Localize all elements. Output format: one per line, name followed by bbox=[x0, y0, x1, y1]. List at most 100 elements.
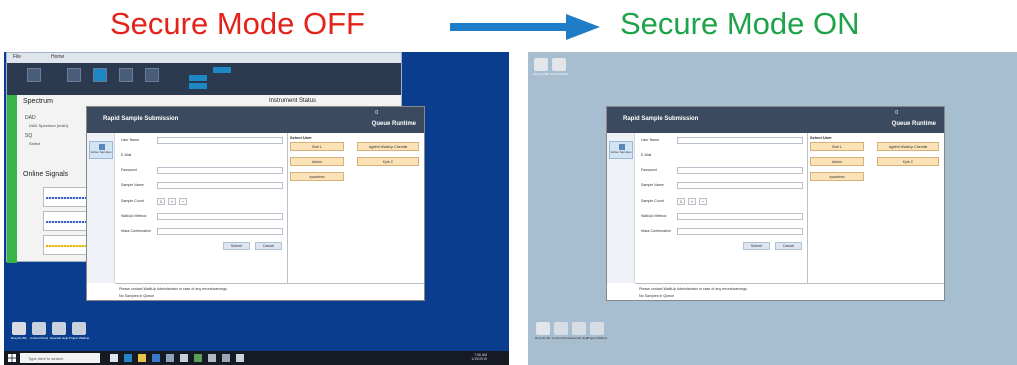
secure-desktop-screenshot: Recycle Bin Control Panel Rapid Sample S… bbox=[528, 52, 1017, 365]
openlab-help-icon[interactable]: Openlab Help bbox=[570, 322, 588, 340]
store-icon[interactable] bbox=[152, 354, 160, 362]
rapid-sample-submission-dialog: Rapid Sample Submission 0 Queue Runtime … bbox=[606, 106, 945, 301]
taskbar: Type here to search 7:56 AM 1/19/2019 bbox=[4, 351, 509, 365]
taskbar-search[interactable]: Type here to search bbox=[20, 353, 100, 363]
user-button[interactable]: Agilent WalkUp Chemist bbox=[877, 142, 939, 151]
recycle-bin-icon[interactable]: Recycle Bin bbox=[535, 322, 551, 340]
dialog-sidebar: Active Samples bbox=[87, 133, 115, 283]
user-button[interactable]: Bob L bbox=[810, 142, 864, 151]
increment-button[interactable]: + bbox=[688, 198, 696, 205]
file-explorer-icon[interactable] bbox=[138, 354, 146, 362]
dialog-title: Rapid Sample Submission bbox=[623, 116, 699, 122]
walkup-method-input[interactable] bbox=[677, 213, 803, 220]
field-label: User Name bbox=[641, 138, 660, 142]
user-button[interactable]: Admin bbox=[290, 157, 344, 166]
tab-home[interactable]: Home bbox=[51, 54, 64, 60]
rapid-sample-submission-dialog: Rapid Sample Submission 0 Queue Runtime … bbox=[86, 106, 425, 301]
app-icon[interactable] bbox=[236, 354, 244, 362]
increment-button[interactable]: + bbox=[168, 198, 176, 205]
app-icon[interactable] bbox=[222, 354, 230, 362]
user-button[interactable]: Kyle C bbox=[357, 157, 419, 166]
side-green-panel bbox=[7, 95, 17, 263]
user-button[interactable]: Bob L bbox=[290, 142, 344, 151]
field-label: WalkUp Method bbox=[641, 214, 667, 218]
footer-note: Please contact WalkUp Administrator in c… bbox=[639, 287, 747, 291]
user-button[interactable]: Kyle C bbox=[877, 157, 939, 166]
active-samples-button[interactable]: Active Samples bbox=[89, 141, 113, 159]
samples-icon bbox=[619, 144, 625, 150]
dialog-sidebar: Active Samples bbox=[607, 133, 635, 283]
edge-icon[interactable] bbox=[124, 354, 132, 362]
task-view-icon[interactable] bbox=[110, 354, 118, 362]
ribbon-selected-item[interactable] bbox=[189, 75, 207, 81]
spectrum-title: Spectrum bbox=[23, 98, 53, 105]
instrument-status-title: Instrument Status bbox=[269, 98, 317, 104]
decrement-button[interactable]: − bbox=[179, 198, 187, 205]
ribbon-selected-item[interactable] bbox=[213, 67, 231, 73]
app-icon[interactable] bbox=[208, 354, 216, 362]
user-name-input[interactable] bbox=[157, 137, 283, 144]
dad-spectrum-item[interactable]: DAD Spectrum (mAU) bbox=[29, 123, 68, 128]
ribbon-button[interactable] bbox=[67, 68, 81, 82]
field-label: E-Mail bbox=[641, 153, 652, 157]
submit-button[interactable]: Submit bbox=[743, 242, 770, 250]
control-panel-icon[interactable]: Control Panel bbox=[552, 322, 570, 340]
user-button[interactable]: Agilent WalkUp Chemist bbox=[357, 142, 419, 151]
ribbon-button-active[interactable] bbox=[93, 68, 107, 82]
mass-confirmation-input[interactable] bbox=[157, 228, 283, 235]
field-label: Password bbox=[121, 168, 137, 172]
sample-count-value[interactable]: 1 bbox=[157, 198, 165, 205]
app-icon[interactable] bbox=[194, 354, 202, 362]
ribbon: File Home bbox=[7, 53, 401, 95]
windows-start-icon[interactable] bbox=[8, 354, 16, 362]
recycle-bin-icon[interactable]: Recycle Bin bbox=[533, 58, 549, 76]
sq-select-item[interactable]: Select bbox=[29, 141, 40, 146]
mass-confirmation-input[interactable] bbox=[677, 228, 803, 235]
ribbon-button[interactable] bbox=[119, 68, 133, 82]
cancel-button[interactable]: Cancel bbox=[775, 242, 802, 250]
sq-label[interactable]: SQ bbox=[25, 133, 32, 139]
dialog-title: Rapid Sample Submission bbox=[103, 116, 179, 122]
secure-mode-off-heading: Secure Mode OFF bbox=[110, 6, 365, 41]
queue-status: No Samples in Queue bbox=[119, 294, 155, 298]
field-label: Sample Count bbox=[121, 199, 144, 203]
column-divider bbox=[287, 133, 288, 283]
dialog-header: Rapid Sample Submission 0 Queue Runtime bbox=[87, 107, 424, 133]
app-icon[interactable] bbox=[166, 354, 174, 362]
active-samples-button[interactable]: Active Samples bbox=[609, 141, 633, 159]
user-button[interactable]: sysadmin bbox=[810, 172, 864, 181]
project-walkup-icon[interactable]: Project WalkUp bbox=[587, 322, 607, 340]
sample-name-input[interactable] bbox=[677, 182, 803, 189]
select-user-heading: Select User bbox=[290, 135, 312, 140]
select-user-heading: Select User bbox=[810, 135, 832, 140]
ribbon-button[interactable] bbox=[145, 68, 159, 82]
submit-button[interactable]: Submit bbox=[223, 242, 250, 250]
user-button[interactable]: Admin bbox=[810, 157, 864, 166]
user-button[interactable]: sysadmin bbox=[290, 172, 344, 181]
ribbon-selected-item[interactable] bbox=[189, 83, 207, 89]
app-icon[interactable] bbox=[180, 354, 188, 362]
walkup-method-input[interactable] bbox=[157, 213, 283, 220]
user-name-input[interactable] bbox=[677, 137, 803, 144]
queue-count: 0 bbox=[375, 110, 378, 116]
control-panel-icon[interactable]: Control Panel bbox=[30, 322, 48, 340]
field-label: User Name bbox=[121, 138, 140, 142]
field-label: Sample Name bbox=[641, 183, 664, 187]
sample-name-input[interactable] bbox=[157, 182, 283, 189]
openlab-help-icon[interactable]: Openlab Help bbox=[50, 322, 68, 340]
decrement-button[interactable]: − bbox=[699, 198, 707, 205]
control-panel-icon[interactable]: Control Panel bbox=[550, 58, 568, 76]
field-label: WalkUp Method bbox=[121, 214, 147, 218]
cancel-button[interactable]: Cancel bbox=[255, 242, 282, 250]
ribbon-button[interactable] bbox=[27, 68, 41, 82]
tab-file[interactable]: File bbox=[13, 54, 21, 60]
sample-count-value[interactable]: 1 bbox=[677, 198, 685, 205]
password-input[interactable] bbox=[677, 167, 803, 174]
project-walkup-icon[interactable]: Project WalkUp bbox=[69, 322, 89, 340]
field-label: Sample Count bbox=[641, 199, 664, 203]
clock[interactable]: 7:56 AM 1/19/2019 bbox=[471, 353, 487, 361]
queue-runtime-label: Queue Runtime bbox=[891, 121, 936, 127]
recycle-bin-icon[interactable]: Recycle Bin bbox=[11, 322, 27, 340]
password-input[interactable] bbox=[157, 167, 283, 174]
dad-label[interactable]: DAD bbox=[25, 115, 36, 121]
